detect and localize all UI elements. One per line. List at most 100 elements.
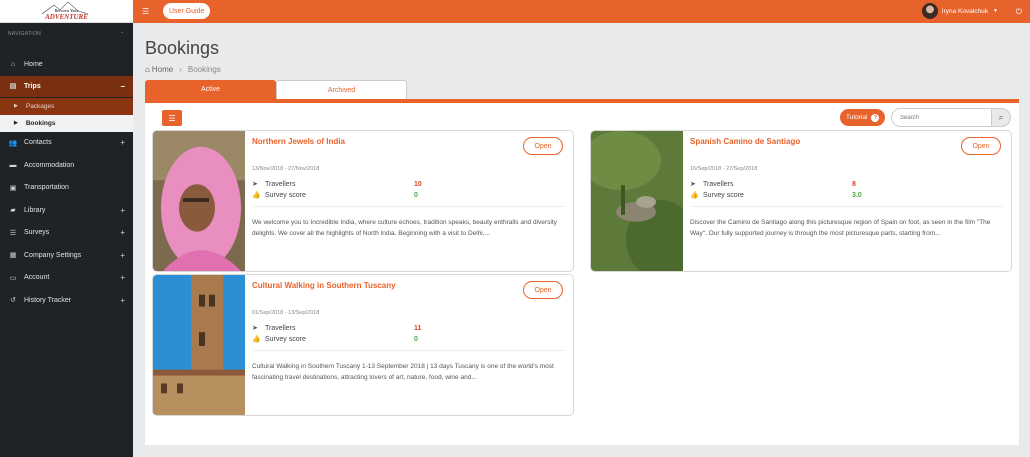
sidebar-item-history-tracker[interactable]: ↺ History Tracker + bbox=[0, 289, 133, 312]
survey-icon: ☰ bbox=[9, 229, 17, 237]
sidebar-item-label: Contacts bbox=[24, 139, 52, 147]
user-guide-button[interactable]: User Guide bbox=[163, 3, 211, 19]
sidebar-subitem-bookings[interactable]: ▶ Bookings bbox=[0, 114, 133, 132]
expand-icon[interactable]: + bbox=[120, 251, 125, 260]
nav-list: ⌂ Home ▤ Trips − ▶ Packages ▶ Bookings 👥… bbox=[0, 53, 133, 312]
sidebar-item-accommodation[interactable]: ▬ Accommodation bbox=[0, 154, 133, 177]
tab-active[interactable]: Active bbox=[145, 80, 276, 99]
sidebar-item-company-settings[interactable]: ▦ Company Settings + bbox=[0, 244, 133, 267]
nav-header-label: NAVIGATION bbox=[8, 31, 42, 37]
sidebar-item-label: Library bbox=[24, 206, 46, 214]
travellers-label: Travellers bbox=[703, 180, 734, 188]
thumbs-up-icon: 👍 bbox=[252, 336, 261, 343]
paper-plane-icon: ➤ bbox=[252, 181, 258, 188]
home-icon[interactable]: ⌂ bbox=[145, 65, 150, 74]
account-icon: ▭ bbox=[9, 274, 17, 282]
survey-score-label: Survey score bbox=[265, 335, 306, 343]
sidebar-item-label: Account bbox=[24, 274, 50, 282]
chevron-up-icon[interactable]: ⌃ bbox=[120, 31, 125, 38]
booking-title[interactable]: Northern Jewels of India bbox=[252, 137, 345, 146]
open-button[interactable]: Open bbox=[523, 137, 563, 155]
logout-icon[interactable]: ⏻ bbox=[1016, 7, 1022, 17]
bus-icon: ▣ bbox=[9, 184, 17, 192]
trips-icon: ▤ bbox=[9, 83, 17, 90]
sidebar-item-label: Accommodation bbox=[24, 161, 75, 169]
open-button[interactable]: Open bbox=[523, 281, 563, 299]
sidebar: Between Your ADVENTURE NAVIGATION ⌃ ⌂ Ho… bbox=[0, 0, 133, 457]
booking-card[interactable]: Cultural Walking in Southern Tuscany Ope… bbox=[152, 274, 574, 416]
survey-score-label: Survey score bbox=[265, 191, 306, 199]
expand-icon[interactable]: + bbox=[120, 296, 125, 305]
expand-icon[interactable]: + bbox=[120, 273, 125, 282]
user-name[interactable]: Iryna Kovalchuk bbox=[942, 8, 988, 15]
list-view-button[interactable]: ☰ bbox=[162, 110, 182, 126]
sidebar-item-home[interactable]: ⌂ Home bbox=[0, 53, 133, 76]
survey-score-label: Survey score bbox=[703, 191, 744, 199]
survey-score-value: 0 bbox=[414, 191, 418, 199]
topbar: ☰ User Guide Iryna Kovalchuk ▼ ⏻ bbox=[133, 0, 1030, 23]
thumbs-up-icon: 👍 bbox=[690, 192, 699, 199]
breadcrumb-home[interactable]: Home bbox=[152, 65, 173, 74]
avatar[interactable] bbox=[921, 3, 938, 19]
expand-icon[interactable]: + bbox=[120, 206, 125, 215]
sidebar-item-label: Trips bbox=[24, 82, 41, 90]
search-input[interactable] bbox=[891, 108, 992, 127]
sidebar-item-label: Transportation bbox=[24, 184, 69, 192]
user-menu[interactable]: Iryna Kovalchuk ▼ bbox=[921, 3, 998, 19]
settings-icon: ▦ bbox=[9, 252, 17, 260]
page-title: Bookings bbox=[145, 38, 220, 58]
tab-archived[interactable]: Archived bbox=[276, 80, 407, 99]
chevron-down-icon[interactable]: ▼ bbox=[993, 8, 998, 14]
booking-description: We welcome you to Incredible India, wher… bbox=[252, 219, 557, 237]
divider bbox=[252, 206, 565, 207]
tutorial-button[interactable]: Tutorial ? bbox=[840, 109, 886, 126]
divider bbox=[690, 206, 1003, 207]
sidebar-item-trips[interactable]: ▤ Trips − bbox=[0, 75, 133, 97]
sidebar-item-surveys[interactable]: ☰ Surveys + bbox=[0, 222, 133, 245]
sidebar-item-label: Home bbox=[24, 60, 43, 68]
search-icon: ⌕ bbox=[998, 112, 1004, 122]
booking-dates: 13/Nov/2018 - 27/Nov/2018 bbox=[252, 166, 320, 172]
hamburger-menu-icon[interactable]: ☰ bbox=[142, 7, 149, 16]
folder-icon: ▰ bbox=[10, 207, 16, 215]
survey-score-row: 👍 Survey score 3.0 bbox=[690, 191, 870, 200]
survey-score-row: 👍 Survey score 0 bbox=[252, 191, 432, 200]
sidebar-item-label: Company Settings bbox=[24, 251, 82, 259]
travellers-count: 11 bbox=[414, 324, 422, 332]
logo-wordmark: ADVENTURE bbox=[45, 13, 88, 21]
booking-card[interactable]: Northern Jewels of India Open 13/Nov/201… bbox=[152, 130, 574, 272]
collapse-icon[interactable]: − bbox=[120, 82, 125, 91]
sidebar-item-transportation[interactable]: ▣ Transportation bbox=[0, 177, 133, 200]
open-button[interactable]: Open bbox=[961, 137, 1001, 155]
breadcrumb: ⌂ Home › Bookings bbox=[145, 65, 221, 74]
booking-title[interactable]: Spanish Camino de Santiago bbox=[690, 137, 800, 146]
expand-icon[interactable]: + bbox=[120, 138, 125, 147]
travellers-row: ➤ Travellers 11 bbox=[252, 324, 432, 333]
booking-title[interactable]: Cultural Walking in Southern Tuscany bbox=[252, 281, 396, 290]
divider bbox=[252, 350, 565, 351]
sidebar-subitem-packages[interactable]: ▶ Packages bbox=[0, 97, 133, 115]
sidebar-item-account[interactable]: ▭ Account + bbox=[0, 267, 133, 290]
contacts-icon: 👥 bbox=[8, 139, 18, 147]
thumbs-up-icon: 👍 bbox=[252, 192, 261, 199]
tabs: Active Archived bbox=[145, 80, 407, 99]
travellers-label: Travellers bbox=[265, 324, 296, 332]
survey-score-value: 0 bbox=[414, 335, 418, 343]
booking-dates: 01/Sep/2018 - 13/Sep/2018 bbox=[252, 310, 320, 316]
booking-image bbox=[153, 131, 245, 271]
sidebar-item-library[interactable]: ▰ Library + bbox=[0, 199, 133, 222]
tutorial-label: Tutorial bbox=[846, 114, 868, 121]
booking-image bbox=[591, 131, 683, 271]
travellers-count: 8 bbox=[852, 180, 856, 188]
booking-card[interactable]: Spanish Camino de Santiago Open 16/Sep/2… bbox=[590, 130, 1012, 272]
question-icon: ? bbox=[871, 113, 880, 122]
booking-image bbox=[153, 275, 245, 415]
travellers-count: 10 bbox=[414, 180, 422, 188]
survey-score-row: 👍 Survey score 0 bbox=[252, 335, 432, 344]
search-button[interactable]: ⌕ bbox=[991, 108, 1011, 127]
expand-icon[interactable]: + bbox=[120, 228, 125, 237]
sidebar-item-contacts[interactable]: 👥 Contacts + bbox=[0, 132, 133, 155]
booking-dates: 16/Sep/2018 - 27/Sep/2018 bbox=[690, 166, 758, 172]
list-icon: ☰ bbox=[168, 113, 176, 123]
logo[interactable]: Between Your ADVENTURE bbox=[0, 0, 133, 23]
